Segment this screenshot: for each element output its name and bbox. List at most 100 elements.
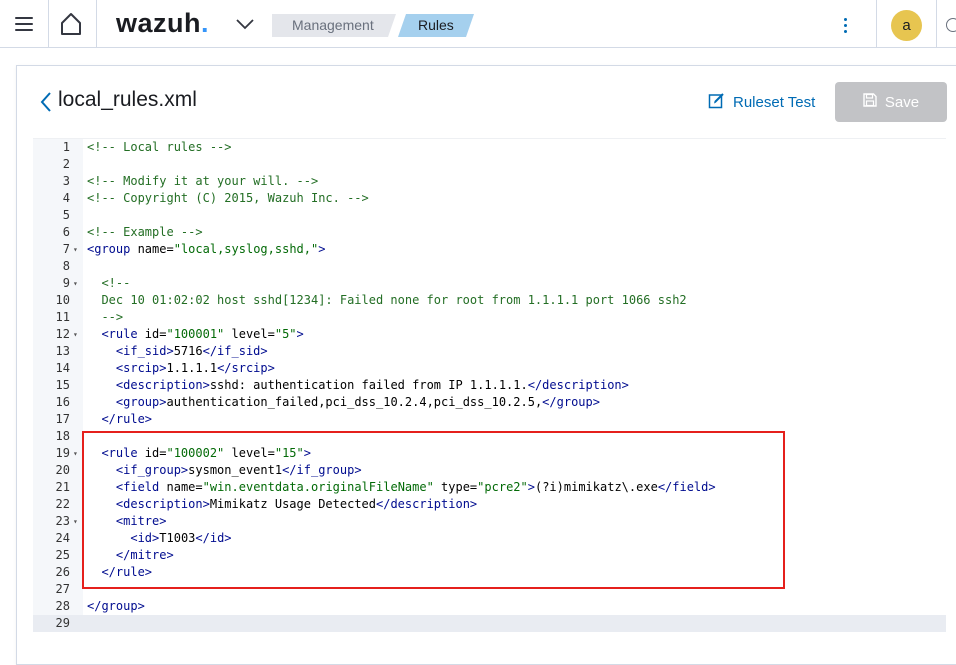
code-text: <mitre> — [87, 513, 167, 530]
code-line[interactable]: 7 ▾ <group name="local,syslog,sshd,"> — [33, 241, 946, 258]
line-number: 10 — [55, 293, 70, 307]
kebab-icon[interactable] — [836, 14, 856, 36]
code-line[interactable]: 16 <group>authentication_failed,pci_dss_… — [33, 394, 946, 411]
code-line[interactable]: 8 — [33, 258, 946, 275]
chevron-left-icon[interactable] — [39, 90, 53, 114]
code-line[interactable]: 25 </mitre> — [33, 547, 946, 564]
code-line[interactable]: 5 — [33, 207, 946, 224]
code-line[interactable]: 21 <field name="win.eventdata.originalFi… — [33, 479, 946, 496]
code-text: <!-- Example --> — [87, 224, 203, 241]
code-line[interactable]: 20 <if_group>sysmon_event1</if_group> — [33, 462, 946, 479]
hamburger-icon[interactable] — [14, 14, 34, 34]
code-line[interactable]: 3 <!-- Modify it at your will. --> — [33, 173, 946, 190]
line-number: 20 — [55, 463, 70, 477]
fold-arrow-icon[interactable]: ▾ — [73, 275, 81, 292]
edit-icon — [708, 92, 725, 113]
help-icon[interactable] — [946, 18, 956, 32]
code-token: </description> — [527, 378, 629, 392]
code-text: <rule id="100002" level="15"> — [87, 445, 311, 462]
code-token: 5716 — [173, 344, 203, 358]
wazuh-logo[interactable]: wazuh. — [116, 8, 209, 39]
code-token: <if_group> — [115, 463, 189, 477]
code-line[interactable]: 19 ▾ <rule id="100002" level="15"> — [33, 445, 946, 462]
save-button[interactable]: Save — [835, 82, 947, 122]
code-token: <field — [115, 480, 160, 494]
code-line[interactable]: 22 <description>Mimikatz Usage Detected<… — [33, 496, 946, 513]
chevron-down-icon[interactable] — [234, 14, 256, 34]
code-token: <mitre> — [115, 514, 167, 528]
code-line[interactable]: 17 </rule> — [33, 411, 946, 428]
code-token: <!-- Example --> — [87, 225, 203, 239]
code-line[interactable]: 24 <id>T1003</id> — [33, 530, 946, 547]
fold-arrow-icon[interactable]: ▾ — [73, 513, 81, 530]
ruleset-test-button[interactable]: Ruleset Test — [708, 91, 815, 113]
code-line[interactable]: 4 <!-- Copyright (C) 2015, Wazuh Inc. --> — [33, 190, 946, 207]
code-line[interactable]: 10 Dec 10 01:02:02 host sshd[1234]: Fail… — [33, 292, 946, 309]
line-number: 28 — [55, 599, 70, 613]
code-text: </mitre> — [87, 547, 174, 564]
breadcrumb-rules[interactable]: Rules — [398, 14, 474, 37]
code-token: sysmon_event1 — [188, 463, 283, 477]
code-token: <!-- Modify it at your will. --> — [87, 174, 319, 188]
line-number: 15 — [55, 378, 70, 392]
line-number: 2 — [62, 157, 70, 171]
code-token: > — [527, 480, 535, 494]
fold-arrow-icon[interactable]: ▾ — [73, 445, 81, 462]
code-line[interactable]: 2 — [33, 156, 946, 173]
code-line[interactable]: 28 </group> — [33, 598, 946, 615]
code-line[interactable]: 29 — [33, 615, 946, 632]
code-token: <!-- Local rules --> — [87, 140, 232, 154]
line-number: 29 — [55, 616, 70, 630]
code-line[interactable]: 12 ▾ <rule id="100001" level="5"> — [33, 326, 946, 343]
line-number: 6 — [62, 225, 70, 239]
line-number: 19 — [55, 446, 70, 460]
user-avatar[interactable]: a — [891, 10, 922, 41]
code-line[interactable]: 14 <srcip>1.1.1.1</srcip> — [33, 360, 946, 377]
code-text: <!-- Modify it at your will. --> — [87, 173, 318, 190]
fold-arrow-icon[interactable]: ▾ — [73, 241, 81, 258]
code-line[interactable]: 18 — [33, 428, 946, 445]
divider — [876, 0, 877, 48]
code-token: (?i)mimikatz\.exe — [534, 480, 658, 494]
home-icon[interactable] — [58, 11, 84, 37]
code-text: <id>T1003</id> — [87, 530, 231, 547]
code-line[interactable]: 11 --> — [33, 309, 946, 326]
code-editor[interactable]: 1 <!-- Local rules --> 2 3 <!-- Modify it at… — [33, 138, 946, 632]
line-number: 17 — [55, 412, 70, 426]
line-number: 13 — [55, 344, 70, 358]
line-number: 14 — [55, 361, 70, 375]
code-text: </group> — [87, 598, 145, 615]
code-token: </field> — [657, 480, 716, 494]
code-line[interactable]: 27 — [33, 581, 946, 598]
code-token: <!-- Copyright (C) 2015, Wazuh Inc. --> — [87, 191, 369, 205]
code-token: <srcip> — [115, 361, 167, 375]
code-line[interactable]: 26 </rule> — [33, 564, 946, 581]
code-line[interactable]: 6 <!-- Example --> — [33, 224, 946, 241]
line-number: 4 — [62, 191, 70, 205]
code-line[interactable]: 15 <description>sshd: authentication fai… — [33, 377, 946, 394]
code-line[interactable]: 23 ▾ <mitre> — [33, 513, 946, 530]
breadcrumb-management[interactable]: Management — [272, 14, 396, 37]
save-label: Save — [884, 93, 920, 111]
code-line[interactable]: 13 <if_sid>5716</if_sid> — [33, 343, 946, 360]
line-number: 18 — [55, 429, 70, 443]
code-text: <description>sshd: authentication failed… — [87, 377, 629, 394]
code-token: authentication_failed,pci_dss_10.2.4,pci… — [166, 395, 543, 409]
line-number: 3 — [62, 174, 70, 188]
line-number: 12 — [55, 327, 70, 341]
code-text: Dec 10 01:02:02 host sshd[1234]: Failed … — [87, 292, 686, 309]
code-line[interactable]: 1 <!-- Local rules --> — [33, 139, 946, 156]
code-line[interactable]: 9 ▾ <!-- — [33, 275, 946, 292]
line-number: 26 — [55, 565, 70, 579]
fold-arrow-icon[interactable]: ▾ — [73, 326, 81, 343]
